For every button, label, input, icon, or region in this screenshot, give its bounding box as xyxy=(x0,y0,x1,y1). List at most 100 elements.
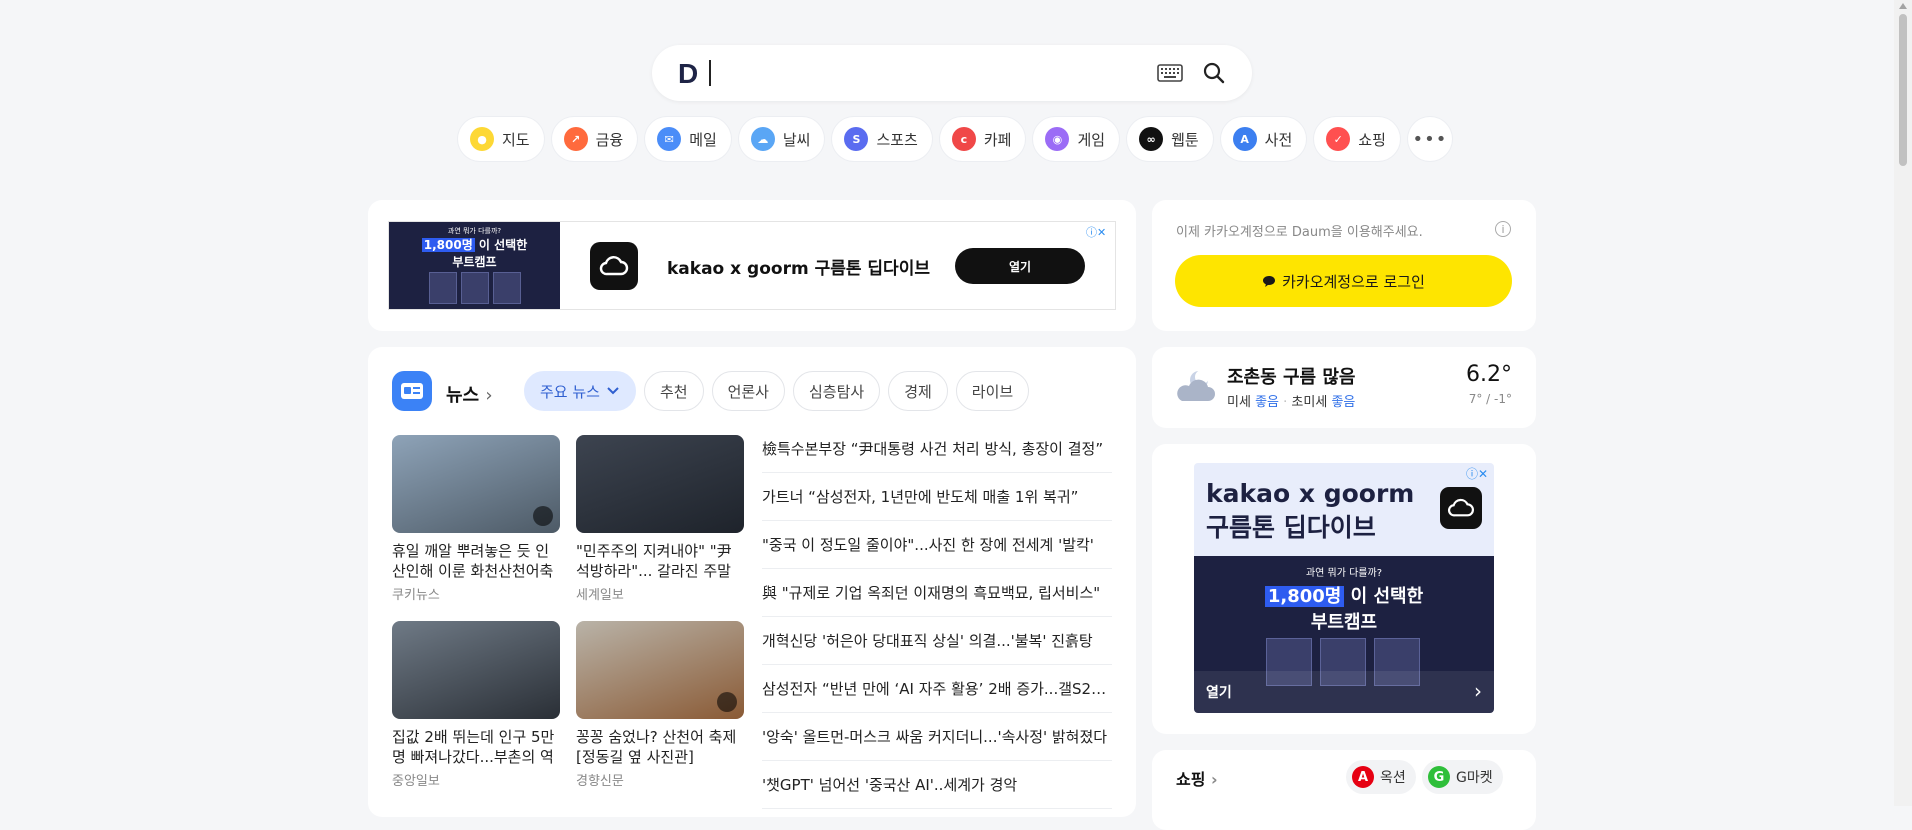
game-icon: ◉ xyxy=(1045,127,1070,151)
ad-image-headline-rest: 이 선택한 xyxy=(474,238,528,252)
photo-news-item[interactable]: "민주주의 지켜내야" "尹 석방하라"... 갈라진 주말 광장세계일보 xyxy=(576,435,744,603)
weather-card[interactable]: 조촌동 구름 많음 미세 좋음 · 초미세 좋음 6.2° 7° / -1° xyxy=(1152,347,1536,428)
side-ad-open-button[interactable]: 열기 xyxy=(1206,682,1232,702)
news-item-source[interactable]: 중앙일보 xyxy=(392,770,560,789)
login-message: 이제 카카오계정으로 Daum을 이용해주세요. xyxy=(1176,225,1423,240)
news-item-title[interactable]: 꽁꽁 숨었나? 산천어 축제 [정동길 옆 사진관] xyxy=(576,727,744,767)
shopping-title[interactable]: 쇼핑 › xyxy=(1176,766,1218,790)
headline-text[interactable]: '챗GPT' 넘어선 '중국산 AI'..세계가 경악 xyxy=(762,774,1017,795)
side-ad-highlight: 1,800명 xyxy=(1264,586,1345,607)
service-cafe[interactable]: c 카페 xyxy=(939,117,1026,161)
text-caret xyxy=(709,60,711,86)
shopping-store[interactable]: A 옥션 xyxy=(1346,760,1416,794)
top-ad-banner[interactable]: 과연 뭐가 다를까? 1,800명 이 선택한 부트캠프 kakao x goo… xyxy=(388,221,1116,310)
headline-text[interactable]: '앙숙' 올트먼-머스크 싸움 커지더니...'속사정' 밝혀졌다 xyxy=(762,726,1107,747)
news-tab[interactable]: 주요 뉴스 xyxy=(524,371,636,411)
ad-image-headline: 1,800명 이 선택한 xyxy=(389,236,560,253)
top-ad-card: 과연 뭐가 다를까? 1,800명 이 선택한 부트캠프 kakao x goo… xyxy=(368,200,1136,331)
scroll-up-arrow-icon[interactable] xyxy=(1899,3,1907,9)
headline-text[interactable]: 개혁신당 '허은아 당대표직 상실' 의결...'불복' 진흙탕 xyxy=(762,630,1093,651)
shopping-card: 쇼핑 › A 옥션 G G마켓 xyxy=(1152,750,1536,830)
dust-separator: · xyxy=(1283,395,1288,410)
news-tab[interactable]: 추천 xyxy=(643,371,704,411)
kakao-login-button[interactable]: 카카오계정으로 로그인 xyxy=(1175,255,1512,307)
headline-item[interactable]: 가트너 “삼성전자, 1년만에 반도체 매출 1위 복귀” xyxy=(762,473,1112,521)
headline-text[interactable]: 與 "규제로 기업 옥죄던 이재명의 흑묘백묘, 립서비스" xyxy=(762,582,1100,603)
news-thumbnail[interactable] xyxy=(392,435,560,533)
store-logo-icon: G xyxy=(1428,766,1450,788)
service-mail[interactable]: ✉ 메일 xyxy=(645,117,731,161)
news-icon[interactable] xyxy=(392,371,432,411)
service-label: 사전 xyxy=(1264,130,1293,149)
service-dictionary[interactable]: A 사전 xyxy=(1220,117,1307,161)
page-scrollbar[interactable] xyxy=(1894,0,1912,806)
search-box[interactable]: D xyxy=(652,45,1252,101)
store-logo-icon: A xyxy=(1352,766,1374,788)
news-thumbnail[interactable] xyxy=(576,621,744,719)
search-icon[interactable] xyxy=(1202,61,1226,89)
news-item-title[interactable]: 집값 2배 뛰는데 인구 5만명 빠져나갔다...부촌의 역설 xyxy=(392,727,560,767)
service-shopping[interactable]: ✓ 쇼핑 xyxy=(1314,117,1400,161)
ad-info-close-icon[interactable]: ⓘ✕ xyxy=(1466,465,1488,482)
service-map[interactable]: ● 지도 xyxy=(458,117,544,161)
side-ad-image[interactable]: 과연 뭐가 다를까? 1,800명 이 선택한 부트캠프 열기 › xyxy=(1194,556,1494,713)
side-ad-action-bar[interactable]: 열기 › xyxy=(1194,671,1494,713)
side-ad-banner[interactable]: kakao x goorm 구름톤 딥다이브 ⓘ✕ 과연 뭐가 다를까? 1,8… xyxy=(1194,463,1494,713)
ad-image-tile xyxy=(429,272,457,304)
news-item-source[interactable]: 세계일보 xyxy=(576,584,744,603)
side-ad-card: kakao x goorm 구름톤 딥다이브 ⓘ✕ 과연 뭐가 다를까? 1,8… xyxy=(1152,444,1536,734)
service-sports[interactable]: S 스포츠 xyxy=(832,117,932,161)
news-title[interactable]: 뉴스 › xyxy=(446,381,493,407)
cloudy-moon-icon xyxy=(1174,367,1218,411)
current-temperature: 6.2° xyxy=(1466,362,1512,387)
photo-news-item[interactable]: 꽁꽁 숨었나? 산천어 축제 [정동길 옆 사진관] 경향신문 xyxy=(576,621,744,789)
scrollbar-thumb[interactable] xyxy=(1899,14,1907,166)
news-thumbnail[interactable] xyxy=(392,621,560,719)
headline-item[interactable]: '챗GPT' 넘어선 '중국산 AI'..세계가 경악 xyxy=(762,761,1112,809)
ad-info-close-icon[interactable]: ⓘ✕ xyxy=(1086,224,1106,240)
news-item-source[interactable]: 경향신문 xyxy=(576,770,744,789)
service-finance[interactable]: ↗ 금융 xyxy=(551,117,638,161)
headline-text[interactable]: "중국 이 정도일 줄이야"...사진 한 장에 전세계 '발칵' xyxy=(762,534,1094,555)
service-weather[interactable]: ☁ 날씨 xyxy=(738,117,825,161)
photo-news-item[interactable]: 집값 2배 뛰는데 인구 5만명 빠져나갔다...부촌의 역설중앙일보 xyxy=(392,621,560,789)
news-item-source[interactable]: 쿠키뉴스 xyxy=(392,584,560,603)
news-tab[interactable]: 언론사 xyxy=(711,371,785,411)
info-icon[interactable]: i xyxy=(1495,221,1511,237)
news-item-title[interactable]: 휴일 깨알 뿌려놓은 듯 인산인해 이룬 화천산천어축제 xyxy=(392,541,560,581)
news-tab[interactable]: 경제 xyxy=(888,371,948,411)
headline-item[interactable]: '앙숙' 올트먼-머스크 싸움 커지더니...'속사정' 밝혀졌다 xyxy=(762,713,1112,761)
headline-item[interactable]: "중국 이 정도일 줄이야"...사진 한 장에 전세계 '발칵' xyxy=(762,521,1112,569)
ad-image[interactable]: 과연 뭐가 다를까? 1,800명 이 선택한 부트캠프 xyxy=(389,222,560,309)
news-tab-label: 라이브 xyxy=(971,382,1014,401)
daum-logo[interactable]: D xyxy=(678,58,698,90)
service-webtoon[interactable]: ∞ 웹툰 xyxy=(1127,117,1213,161)
headline-item[interactable]: 與 "규제로 기업 옥죄던 이재명의 흑묘백묘, 립서비스" xyxy=(762,569,1112,617)
news-item-title[interactable]: "민주주의 지켜내야" "尹 석방하라"... 갈라진 주말 광장 xyxy=(576,541,744,581)
store-label: G마켓 xyxy=(1456,770,1493,786)
side-ad-title[interactable]: kakao x goorm 구름톤 딥다이브 xyxy=(1206,477,1426,545)
service-game[interactable]: ◉ 게임 xyxy=(1033,117,1120,161)
keyboard-icon[interactable] xyxy=(1157,64,1183,86)
headline-item[interactable]: 개혁신당 '허은아 당대표직 상실' 의결...'불복' 진흙탕 xyxy=(762,617,1112,665)
headline-text[interactable]: 삼성전자 “반년 만에 ‘AI 자주 활용’ 2배 증가...갤S25 기대” xyxy=(762,678,1112,699)
news-thumbnail[interactable] xyxy=(576,435,744,533)
goorm-logo-icon[interactable] xyxy=(1440,487,1482,529)
news-tab[interactable]: 심층탐사 xyxy=(792,371,881,411)
headline-item[interactable]: 삼성전자 “반년 만에 ‘AI 자주 활용’ 2배 증가...갤S25 기대” xyxy=(762,665,1112,713)
goorm-logo-icon[interactable] xyxy=(590,242,638,290)
chevron-right-icon[interactable]: › xyxy=(1474,679,1482,703)
news-card: 뉴스 › 주요 뉴스 추천 언론사 심층탐사 경제 라이브 휴일 깨알 뿌려놓은 듯 인산… xyxy=(368,347,1136,817)
headline-text[interactable]: 檢특수본부장 “尹대통령 사건 처리 방식, 총장이 결정” xyxy=(762,438,1103,459)
more-services-icon[interactable]: ••• xyxy=(1407,117,1452,161)
headline-text[interactable]: 가트너 “삼성전자, 1년만에 반도체 매출 1위 복귀” xyxy=(762,486,1078,507)
headline-item[interactable]: 檢특수본부장 “尹대통령 사건 처리 방식, 총장이 결정” xyxy=(762,425,1112,473)
ad-title[interactable]: kakao x goorm 구름톤 딥다이브 xyxy=(667,254,930,279)
service-label: 날씨 xyxy=(782,130,811,149)
ad-open-button[interactable]: 열기 xyxy=(955,248,1085,284)
shopping-store[interactable]: G G마켓 xyxy=(1422,760,1503,794)
cafe-icon: c xyxy=(951,127,976,151)
photo-news-item[interactable]: 휴일 깨알 뿌려놓은 듯 인산인해 이룬 화천산천어축제쿠키뉴스 xyxy=(392,435,560,603)
news-tab[interactable]: 라이브 xyxy=(955,371,1030,411)
service-label: 스포츠 xyxy=(876,130,918,149)
